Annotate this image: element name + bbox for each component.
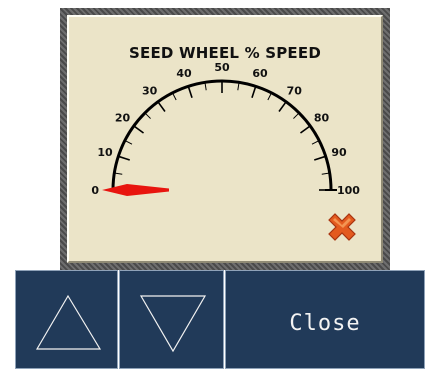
tick-label: 0 [91, 184, 99, 197]
close-button[interactable]: Close [225, 270, 425, 369]
speed-gauge: 0 10 20 30 40 50 60 70 80 90 100 [91, 61, 360, 241]
minor-tick [124, 140, 133, 145]
major-tick [314, 155, 326, 161]
scroll-down-button[interactable] [119, 270, 224, 369]
down-triangle-icon [139, 295, 207, 353]
major-tick [187, 86, 193, 98]
tick-label: 40 [176, 67, 192, 80]
tick-label: 90 [331, 146, 347, 159]
major-tick [251, 86, 257, 98]
tick-label: 60 [252, 67, 268, 80]
major-tick [118, 155, 130, 161]
up-triangle-icon [35, 294, 102, 350]
tick-label: 50 [214, 61, 230, 74]
minor-tick [267, 92, 272, 101]
tick-label: 80 [314, 112, 330, 125]
minor-tick [293, 112, 300, 119]
minor-tick [172, 92, 177, 101]
minor-tick [311, 140, 320, 145]
scroll-up-button[interactable] [15, 270, 118, 369]
major-tick [278, 101, 287, 112]
red-x-icon [328, 213, 356, 241]
major-tick [133, 125, 144, 134]
tick-label: 20 [115, 112, 131, 125]
major-tick [300, 125, 311, 134]
close-button-label: Close [289, 311, 361, 336]
tick-label: 100 [337, 184, 360, 197]
major-tick [157, 101, 166, 112]
minor-tick [144, 112, 151, 119]
tick-label: 30 [142, 84, 158, 97]
tick-label: 10 [97, 146, 113, 159]
gauge-window: SEED WHEEL % SPEED 0 10 20 30 40 50 60 70 80 90 10… [60, 8, 390, 270]
tick-label: 70 [287, 84, 303, 97]
